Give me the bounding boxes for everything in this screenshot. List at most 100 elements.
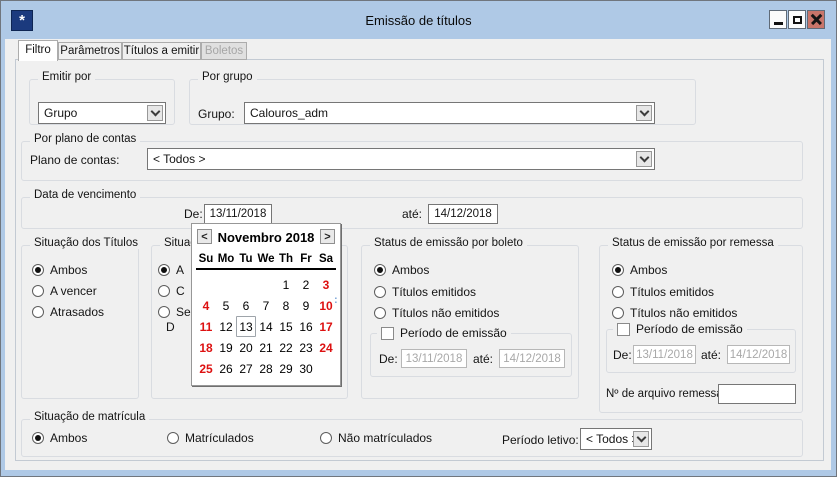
title-bar[interactable]: * Emissão de títulos — [1, 1, 836, 39]
calendar-empty-cell — [236, 274, 256, 295]
calendar-day[interactable]: 3 — [316, 274, 336, 295]
radio-matricula-ambos-label[interactable]: Ambos — [50, 431, 87, 445]
calendar-day[interactable]: 2 — [296, 274, 316, 295]
plano-contas-combobox[interactable]: < Todos > — [147, 148, 655, 170]
radio-oculta-2[interactable] — [158, 285, 170, 297]
calendar-weekday: Mo — [216, 251, 236, 267]
radio-oculta-1-label[interactable]: A — [176, 263, 184, 277]
calendar-day[interactable]: 26 — [216, 358, 236, 379]
radio-remessa-nao-emitidos-label[interactable]: Títulos não emitidos — [630, 306, 737, 320]
radio-remessa-ambos[interactable] — [612, 264, 624, 276]
calendar-popup: < > Novembro 2018 SuMoTuWeThFrSa 1234567… — [191, 223, 341, 386]
close-button[interactable] — [807, 10, 825, 29]
calendar-day[interactable]: 1 — [276, 274, 296, 295]
chevron-down-icon[interactable] — [147, 105, 163, 121]
maximize-button[interactable] — [788, 10, 806, 29]
radio-boleto-ambos-label[interactable]: Ambos — [392, 263, 429, 277]
calendar-day[interactable]: 5 — [216, 295, 236, 316]
calendar-empty-cell — [216, 274, 236, 295]
tab-parametros[interactable]: Parâmetros — [58, 42, 122, 60]
chevron-down-icon[interactable] — [633, 431, 649, 447]
radio-nao-matriculados[interactable] — [320, 432, 332, 444]
emitir-por-combobox[interactable]: Grupo — [38, 102, 166, 124]
chevron-down-icon[interactable] — [636, 105, 652, 121]
radio-remessa-emitidos-label[interactable]: Títulos emitidos — [630, 285, 714, 299]
radio-situacao-ambos-label[interactable]: Ambos — [50, 263, 87, 277]
calendar-weekday: Sa — [316, 251, 336, 267]
calendar-day[interactable]: 24 — [316, 337, 336, 358]
calendar-day[interactable]: 14 — [256, 316, 276, 337]
remessa-periodo-label[interactable]: Período de emissão — [636, 322, 743, 336]
boleto-periodo-checkbox[interactable] — [381, 327, 394, 340]
radio-oculta-2-label[interactable]: C — [176, 284, 185, 298]
maximize-icon — [793, 16, 802, 24]
radio-situacao-a-vencer[interactable] — [32, 285, 44, 297]
group-situacao-titulos: Situação dos Títulos Ambos A vencer Atra… — [21, 245, 139, 399]
radio-situacao-atrasados-label[interactable]: Atrasados — [50, 305, 104, 319]
calendar-day[interactable]: 15 — [276, 316, 296, 337]
boleto-periodo-label[interactable]: Período de emissão — [400, 326, 507, 340]
calendar-day[interactable]: 11 — [196, 316, 216, 337]
calendar-day[interactable]: 30 — [296, 358, 316, 379]
radio-boleto-nao-emitidos[interactable] — [374, 307, 386, 319]
calendar-weekday: Su — [196, 251, 216, 267]
radio-boleto-emitidos[interactable] — [374, 286, 386, 298]
radio-matriculados-label[interactable]: Matrículados — [185, 431, 254, 445]
radio-boleto-emitidos-label[interactable]: Títulos emitidos — [392, 285, 476, 299]
calendar-day[interactable]: 21 — [256, 337, 276, 358]
vencimento-ate-label: até: — [402, 207, 422, 221]
calendar-day[interactable]: 10 — [316, 295, 336, 316]
calendar-day[interactable]: 6 — [236, 295, 256, 316]
calendar-day[interactable]: 13 — [236, 316, 256, 337]
radio-boleto-ambos[interactable] — [374, 264, 386, 276]
group-emitir-por-title: Emitir por — [38, 71, 95, 83]
chevron-down-icon[interactable] — [636, 151, 652, 167]
tab-filtro[interactable]: Filtro — [18, 40, 58, 61]
group-situacao-titulos-title: Situação dos Títulos — [30, 237, 142, 249]
calendar-day[interactable]: 22 — [276, 337, 296, 358]
radio-situacao-a-vencer-label[interactable]: A vencer — [50, 284, 97, 298]
calendar-month-label: Novembro 2018 — [192, 230, 340, 245]
calendar-day[interactable]: 19 — [216, 337, 236, 358]
periodo-letivo-value: < Todos > — [586, 432, 639, 446]
calendar-day[interactable]: 8 — [276, 295, 296, 316]
calendar-day[interactable]: 7 — [256, 295, 276, 316]
calendar-day[interactable]: 12 — [216, 316, 236, 337]
calendar-day[interactable]: 16 — [296, 316, 316, 337]
minimize-icon — [774, 22, 783, 25]
radio-remessa-nao-emitidos[interactable] — [612, 307, 624, 319]
group-por-grupo-title: Por grupo — [198, 71, 257, 83]
radio-matriculados[interactable] — [167, 432, 179, 444]
radio-oculta-1[interactable] — [158, 264, 170, 276]
calendar-day[interactable]: 27 — [236, 358, 256, 379]
calendar-day[interactable]: 17 — [316, 316, 336, 337]
radio-situacao-atrasados[interactable] — [32, 306, 44, 318]
group-data-vencimento-title: Data de vencimento — [30, 189, 140, 201]
remessa-periodo-checkbox[interactable] — [617, 323, 630, 336]
calendar-day[interactable]: 18 — [196, 337, 216, 358]
vencimento-ate-input[interactable]: 14/12/2018 — [428, 204, 498, 224]
radio-situacao-ambos[interactable] — [32, 264, 44, 276]
group-status-remessa: Status de emissão por remessa Ambos Títu… — [599, 245, 803, 413]
arquivo-remessa-input[interactable] — [718, 384, 796, 404]
radio-boleto-nao-emitidos-label[interactable]: Títulos não emitidos — [392, 306, 499, 320]
radio-matricula-ambos[interactable] — [32, 432, 44, 444]
grupo-combobox[interactable]: Calouros_adm — [244, 102, 655, 124]
radio-nao-matriculados-label[interactable]: Não matrículados — [338, 431, 432, 445]
calendar-weekday: We — [256, 251, 276, 267]
radio-oculta-3[interactable] — [158, 306, 170, 318]
periodo-letivo-combobox[interactable]: < Todos > — [580, 428, 652, 450]
calendar-day[interactable]: 29 — [276, 358, 296, 379]
calendar-day[interactable]: 4 — [196, 295, 216, 316]
radio-remessa-ambos-label[interactable]: Ambos — [630, 263, 667, 277]
minimize-button[interactable] — [769, 10, 787, 29]
calendar-day[interactable]: 28 — [256, 358, 276, 379]
calendar-day[interactable]: 20 — [236, 337, 256, 358]
calendar-day[interactable]: 25 — [196, 358, 216, 379]
vencimento-de-input[interactable]: 13/11/2018 — [204, 204, 272, 224]
radio-remessa-emitidos[interactable] — [612, 286, 624, 298]
tab-titulos-a-emitir[interactable]: Títulos a emitir — [122, 42, 201, 60]
radio-oculta-3-label[interactable]: Se — [176, 305, 191, 319]
calendar-day[interactable]: 23 — [296, 337, 316, 358]
calendar-day[interactable]: 9 — [296, 295, 316, 316]
